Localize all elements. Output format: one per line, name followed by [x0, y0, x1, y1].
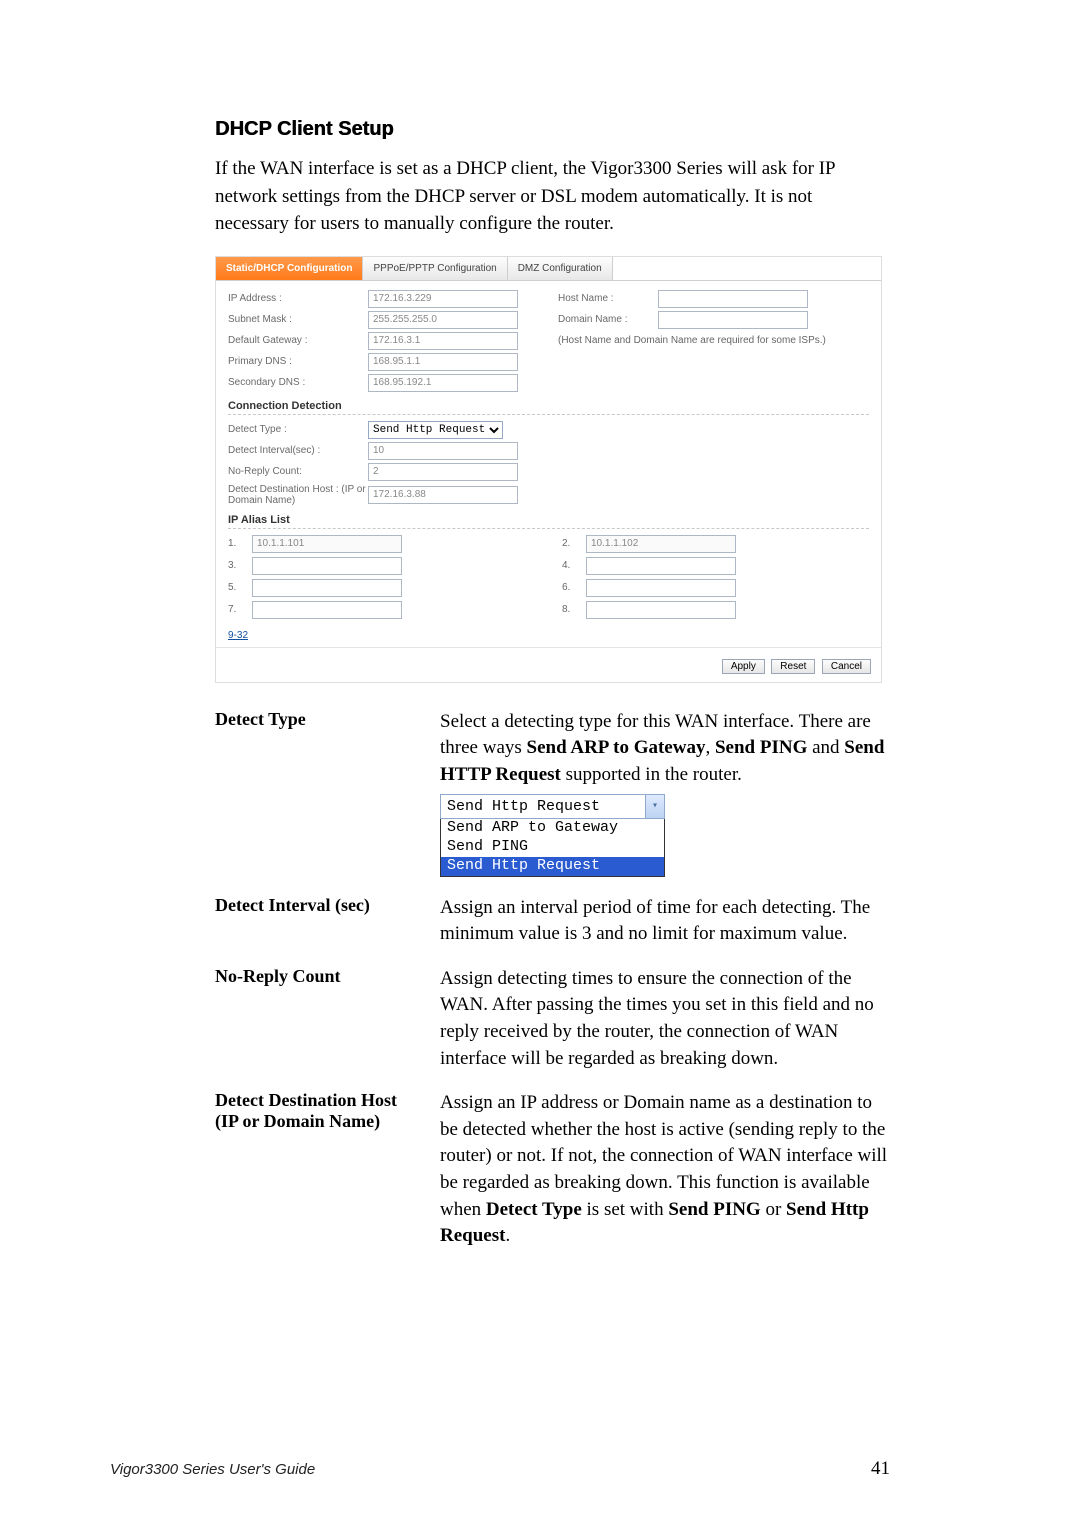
domain-name-input[interactable] — [658, 311, 808, 329]
detect-type-label: Detect Type : — [228, 424, 368, 435]
alias-index-3: 3. — [228, 560, 252, 571]
alias-input-4[interactable] — [586, 557, 736, 575]
dropdown-option-ping[interactable]: Send PING — [441, 838, 664, 857]
dropdown-selected[interactable]: Send Http Request — [441, 795, 645, 818]
def-dest-host-term: Detect Destination Host (IP or Domain Na… — [215, 1090, 440, 1132]
alias-index-5: 5. — [228, 582, 252, 593]
config-screenshot: Static/DHCP Configuration PPPoE/PPTP Con… — [215, 256, 882, 683]
primary-dns-label: Primary DNS : — [228, 356, 368, 367]
alias-index-8: 8. — [562, 604, 586, 615]
chevron-down-icon[interactable]: ▾ — [645, 795, 664, 818]
detect-type-select[interactable]: Send Http Request — [368, 421, 503, 439]
host-name-label: Host Name : — [558, 293, 658, 304]
primary-dns-input[interactable] — [368, 353, 518, 371]
alias-input-7[interactable] — [252, 601, 402, 619]
dropdown-option-arp[interactable]: Send ARP to Gateway — [441, 819, 664, 838]
tab-pppoe-pptp[interactable]: PPPoE/PPTP Configuration — [363, 257, 507, 280]
def-detect-type-term: Detect Type — [215, 709, 440, 730]
secondary-dns-label: Secondary DNS : — [228, 377, 368, 388]
alias-input-2[interactable] — [586, 535, 736, 553]
ip-address-label: IP Address : — [228, 293, 368, 304]
detect-destination-host-input[interactable] — [368, 486, 518, 504]
def-detect-type-desc: Select a detecting type for this WAN int… — [440, 709, 890, 877]
alias-index-4: 4. — [562, 560, 586, 571]
alias-more-link[interactable]: 9-32 — [228, 630, 248, 641]
def-detect-interval-desc: Assign an interval period of time for ea… — [440, 895, 890, 948]
subnet-mask-label: Subnet Mask : — [228, 314, 368, 325]
alias-index-2: 2. — [562, 538, 586, 549]
dropdown-option-http[interactable]: Send Http Request — [441, 857, 664, 876]
page-number: 41 — [871, 1458, 890, 1480]
button-bar: Apply Reset Cancel — [216, 647, 881, 682]
detect-type-dropdown-sample: Send Http Request ▾ Send ARP to Gateway … — [440, 794, 665, 876]
footer-title: Vigor3300 Series User's Guide — [110, 1461, 315, 1478]
ip-alias-grid: 1. 2. 3. 4. 5. 6. 7. 8. — [228, 535, 869, 619]
def-no-reply-desc: Assign detecting times to ensure the con… — [440, 966, 890, 1072]
reset-button[interactable]: Reset — [771, 659, 815, 674]
alias-input-8[interactable] — [586, 601, 736, 619]
intro-paragraph: If the WAN interface is set as a DHCP cl… — [215, 155, 890, 238]
def-no-reply-term: No-Reply Count — [215, 966, 440, 987]
detect-interval-input[interactable] — [368, 442, 518, 460]
cancel-button[interactable]: Cancel — [822, 659, 871, 674]
detect-interval-label: Detect Interval(sec) : — [228, 445, 368, 456]
alias-index-1: 1. — [228, 538, 252, 549]
subnet-mask-input[interactable] — [368, 311, 518, 329]
def-dest-host-desc: Assign an IP address or Domain name as a… — [440, 1090, 890, 1250]
alias-index-7: 7. — [228, 604, 252, 615]
default-gateway-label: Default Gateway : — [228, 335, 368, 346]
alias-input-6[interactable] — [586, 579, 736, 597]
no-reply-count-input[interactable] — [368, 463, 518, 481]
alias-input-3[interactable] — [252, 557, 402, 575]
section-heading: DHCP Client Setup — [215, 118, 890, 141]
tab-static-dhcp[interactable]: Static/DHCP Configuration — [216, 257, 363, 280]
domain-name-label: Domain Name : — [558, 314, 658, 325]
connection-detection-heading: Connection Detection — [228, 400, 869, 415]
no-reply-count-label: No-Reply Count: — [228, 466, 368, 477]
alias-input-5[interactable] — [252, 579, 402, 597]
tab-bar: Static/DHCP Configuration PPPoE/PPTP Con… — [216, 257, 881, 281]
detect-destination-host-label: Detect Destination Host : (IP or Domain … — [228, 484, 368, 506]
ip-alias-heading: IP Alias List — [228, 514, 869, 529]
tab-dmz[interactable]: DMZ Configuration — [508, 257, 613, 280]
ip-address-input[interactable] — [368, 290, 518, 308]
def-detect-interval-term: Detect Interval (sec) — [215, 895, 440, 916]
isp-note: (Host Name and Domain Name are required … — [558, 335, 826, 346]
default-gateway-input[interactable] — [368, 332, 518, 350]
alias-index-6: 6. — [562, 582, 586, 593]
host-name-input[interactable] — [658, 290, 808, 308]
secondary-dns-input[interactable] — [368, 374, 518, 392]
alias-input-1[interactable] — [252, 535, 402, 553]
apply-button[interactable]: Apply — [722, 659, 765, 674]
